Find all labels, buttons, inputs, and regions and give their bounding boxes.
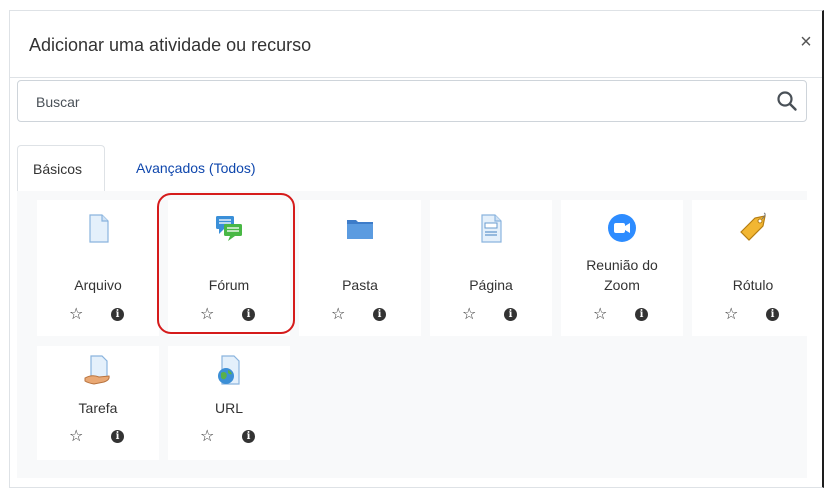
activity-grid: Arquivo ☆ i Fórum ☆ i Pasta ☆ i Página ☆… <box>17 191 814 478</box>
search-field[interactable] <box>17 80 807 123</box>
activity-card-pagina[interactable]: Página ☆ i <box>430 200 552 336</box>
activity-label-line: Reunião do <box>586 257 658 273</box>
star-icon[interactable]: ☆ <box>200 426 214 446</box>
highlight-annotation <box>157 193 295 334</box>
activity-card-url[interactable]: URL ☆ i <box>168 346 290 460</box>
activity-label: Página <box>469 277 513 293</box>
star-icon[interactable]: ☆ <box>69 304 83 324</box>
dialog-title: Adicionar uma atividade ou recurso <box>29 35 312 55</box>
activity-label: Rótulo <box>732 277 774 293</box>
search-icon[interactable] <box>776 90 798 112</box>
info-icon[interactable]: i <box>766 308 779 321</box>
search-input[interactable] <box>34 81 738 123</box>
assignment-icon <box>84 355 110 385</box>
tab-avancados[interactable]: Avançados (Todos) <box>121 145 271 191</box>
activity-label: Tarefa <box>78 400 118 416</box>
info-icon[interactable]: i <box>242 430 255 443</box>
activity-card-arquivo[interactable]: Arquivo ☆ i <box>37 200 159 336</box>
star-icon[interactable]: ☆ <box>462 304 476 324</box>
star-icon[interactable]: ☆ <box>69 426 83 446</box>
activity-card-pasta[interactable]: Pasta ☆ i <box>299 200 421 336</box>
star-icon[interactable]: ☆ <box>724 304 738 324</box>
activity-label: URL <box>214 400 243 416</box>
label-icon <box>740 212 766 241</box>
star-icon[interactable]: ☆ <box>593 304 607 324</box>
info-icon[interactable]: i <box>111 308 124 321</box>
url-icon <box>218 355 240 385</box>
activity-card-zoom[interactable]: Reunião do Zoom ☆ i <box>561 200 683 336</box>
info-icon[interactable]: i <box>373 308 386 321</box>
info-icon[interactable]: i <box>635 308 648 321</box>
tab-bar: Básicos Avançados (Todos) <box>17 145 807 192</box>
activity-label: Arquivo <box>74 277 122 293</box>
folder-icon <box>347 220 373 239</box>
page-icon <box>481 214 502 243</box>
activity-card-tarefa[interactable]: Tarefa ☆ i <box>37 346 159 460</box>
dialog-header: Adicionar uma atividade ou recurso × <box>10 11 822 78</box>
close-button[interactable]: × <box>795 31 817 53</box>
info-icon[interactable]: i <box>111 430 124 443</box>
tab-basicos[interactable]: Básicos <box>17 145 105 192</box>
file-icon <box>89 214 109 243</box>
info-icon[interactable]: i <box>504 308 517 321</box>
activity-card-rotulo[interactable]: Rótulo ☆ i <box>692 200 814 336</box>
activity-label-line: Zoom <box>604 277 640 293</box>
activity-label: Pasta <box>342 277 378 293</box>
zoom-icon <box>608 214 636 242</box>
star-icon[interactable]: ☆ <box>331 304 345 324</box>
